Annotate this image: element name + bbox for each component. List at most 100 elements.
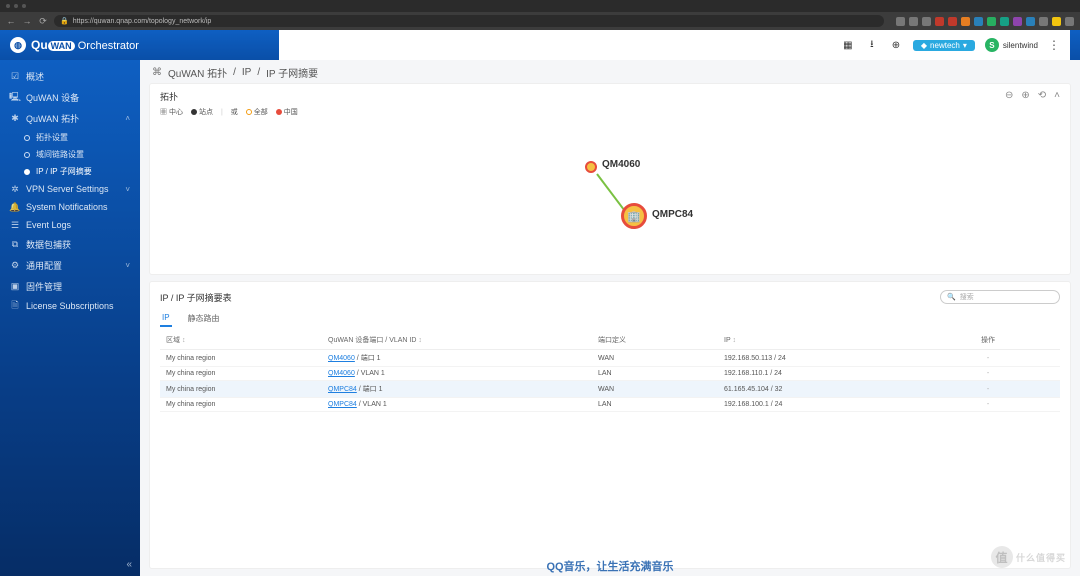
sidebar-sub-topo-settings[interactable]: 拓扑设置	[0, 129, 140, 146]
chevron-down-icon: ˅	[125, 261, 130, 270]
tab-static-route[interactable]: 静态路由	[186, 310, 222, 327]
ext-icon[interactable]	[987, 17, 996, 26]
lock-icon: 🔒	[60, 17, 69, 25]
ext-icon[interactable]	[1065, 17, 1074, 26]
zoom-out-icon[interactable]: ⊖	[1005, 90, 1013, 101]
cell-portdef: LAN	[592, 398, 718, 412]
address-bar[interactable]: 🔒 https://quwan.qnap.com/topology_networ…	[54, 15, 884, 27]
table-row[interactable]: My china regionQMPC84 / 端口 1WAN61.165.45…	[160, 381, 1060, 398]
ext-icon[interactable]	[961, 17, 970, 26]
node-label-large: QMPC84	[652, 209, 693, 220]
cell-portdef: WAN	[592, 381, 718, 398]
more-icon[interactable]: ⋮	[1048, 38, 1060, 52]
cell-region: My china region	[160, 381, 322, 398]
topology-node-small[interactable]	[585, 161, 597, 173]
sidebar-item-capture[interactable]: ⧉数据包捕获	[0, 234, 140, 255]
sidebar-sub-ip-summary[interactable]: IP / IP 子网摘要	[0, 163, 140, 180]
sidebar-item-devices[interactable]: 🖳QuWAN 设备	[0, 87, 140, 108]
table-row[interactable]: My china regionQMPC84 / VLAN 1LAN192.168…	[160, 398, 1060, 412]
org-chip[interactable]: ◆ newtech ▾	[913, 40, 975, 51]
device-link[interactable]: QM4060	[328, 355, 355, 362]
sidebar-item-label: License Subscriptions	[26, 301, 114, 311]
download-icon[interactable]: ⭳	[865, 38, 879, 52]
ext-icon[interactable]	[935, 17, 944, 26]
sidebar-item-label: 概述	[26, 70, 44, 83]
log-icon: ☰	[10, 220, 20, 230]
cell-ip: 192.168.50.113 / 24	[718, 350, 916, 367]
refresh-icon[interactable]: ⟲	[1038, 90, 1046, 101]
legend-site: 站点	[191, 107, 213, 117]
cell-region: My china region	[160, 398, 322, 412]
ext-icon[interactable]	[948, 17, 957, 26]
col-ip[interactable]: IP	[724, 337, 731, 344]
cell-region: My china region	[160, 367, 322, 381]
nav-back-icon[interactable]: ←	[6, 16, 16, 26]
sidebar-item-topology[interactable]: ✱QuWAN 拓扑˄	[0, 108, 140, 129]
ext-icon[interactable]	[922, 17, 931, 26]
cell-action: -	[916, 367, 1060, 381]
zoom-in-icon[interactable]: ⊕	[1021, 90, 1029, 101]
cell-ip: 192.168.100.1 / 24	[718, 398, 916, 412]
device-link[interactable]: QM4060	[328, 370, 355, 377]
cell-action: -	[916, 350, 1060, 367]
sidebar-sub-link-settings[interactable]: 域间链路设置	[0, 146, 140, 163]
col-region[interactable]: 区域	[166, 337, 180, 344]
ext-icon[interactable]	[1000, 17, 1009, 26]
search-icon: 🔍	[947, 293, 956, 301]
ext-icon[interactable]	[1052, 17, 1061, 26]
ip-table-panel: IP / IP 子网摘要表 🔍 搜索 IP 静态路由 区域 ↕ QuWAN 设备…	[150, 282, 1070, 568]
bell-icon: 🔔	[10, 202, 20, 212]
watermark-badge: 值	[991, 546, 1013, 568]
col-device[interactable]: QuWAN 设备端口 / VLAN ID	[328, 337, 416, 344]
cell-portdef: LAN	[592, 367, 718, 381]
breadcrumb-leaf: IP 子网摘要	[266, 65, 318, 80]
table-row[interactable]: My china regionQM4060 / 端口 1WAN192.168.5…	[160, 350, 1060, 367]
browser-tab-strip	[0, 0, 1080, 12]
breadcrumb-root[interactable]: QuWAN 拓扑	[168, 65, 227, 80]
ext-icon[interactable]	[1039, 17, 1048, 26]
user-menu[interactable]: S silentwind	[985, 38, 1038, 52]
ext-icon[interactable]	[909, 17, 918, 26]
brand-logo[interactable]: ◍ QuWAN Orchestrator	[10, 37, 139, 53]
ext-icon[interactable]	[896, 17, 905, 26]
col-portdef[interactable]: 端口定义	[598, 337, 626, 344]
ext-icon[interactable]	[974, 17, 983, 26]
topology-panel: 拓扑 ▦ 中心 站点 | 或 全部 中国 ⊖ ⊕ ⟲ ˄ QM4060 🏢 QM…	[150, 84, 1070, 274]
collapse-sidebar-icon[interactable]: «	[126, 559, 132, 570]
device-link[interactable]: QMPC84	[328, 386, 357, 393]
ext-icon[interactable]	[1013, 17, 1022, 26]
sidebar-item-overview[interactable]: ☑概述	[0, 66, 140, 87]
cell-ip: 61.165.45.104 / 32	[718, 381, 916, 398]
chevron-up-icon: ˄	[125, 114, 130, 123]
sidebar-item-label: VPN Server Settings	[26, 184, 109, 194]
search-placeholder: 搜索	[960, 292, 974, 302]
username: silentwind	[1003, 41, 1038, 50]
vpn-icon: ✲	[10, 184, 20, 194]
legend-all: 全部	[246, 107, 268, 117]
search-input[interactable]: 🔍 搜索	[940, 290, 1060, 304]
breadcrumb: ⌘ QuWAN 拓扑 / IP / IP 子网摘要	[140, 60, 1080, 84]
sidebar-item-config[interactable]: ⚙通用配置˅	[0, 255, 140, 276]
ext-icon[interactable]	[1026, 17, 1035, 26]
sidebar-item-license[interactable]: 🗎License Subscriptions	[0, 297, 140, 315]
app-header: ◍ QuWAN Orchestrator ▦ ⭳ ⊕ ◆ newtech ▾ S…	[0, 30, 1080, 60]
breadcrumb-mid[interactable]: IP	[242, 67, 251, 78]
sidebar-item-notifications[interactable]: 🔔System Notifications	[0, 198, 140, 216]
topology-canvas[interactable]: QM4060 🏢 QMPC84	[150, 121, 1070, 271]
sidebar-item-eventlogs[interactable]: ☰Event Logs	[0, 216, 140, 234]
globe2-icon[interactable]: ⊕	[889, 38, 903, 52]
table-row[interactable]: My china regionQM4060 / VLAN 1LAN192.168…	[160, 367, 1060, 381]
topology-node-large[interactable]: 🏢	[621, 203, 647, 229]
sidebar-item-firmware[interactable]: ▣固件管理	[0, 276, 140, 297]
expand-icon[interactable]: ˄	[1054, 90, 1060, 101]
cell-ip: 192.168.110.1 / 24	[718, 367, 916, 381]
apps-icon[interactable]: ▦	[841, 38, 855, 52]
tab-ip[interactable]: IP	[160, 310, 172, 327]
browser-toolbar: ← → ⟳ 🔒 https://quwan.qnap.com/topology_…	[0, 12, 1080, 30]
firmware-icon: ▣	[10, 282, 20, 292]
nav-forward-icon[interactable]: →	[22, 16, 32, 26]
device-link[interactable]: QMPC84	[328, 401, 357, 408]
sidebar-item-vpn[interactable]: ✲ VPN Server Settings ˅	[0, 180, 140, 198]
chevron-down-icon: ˅	[125, 185, 130, 194]
nav-reload-icon[interactable]: ⟳	[38, 16, 48, 26]
